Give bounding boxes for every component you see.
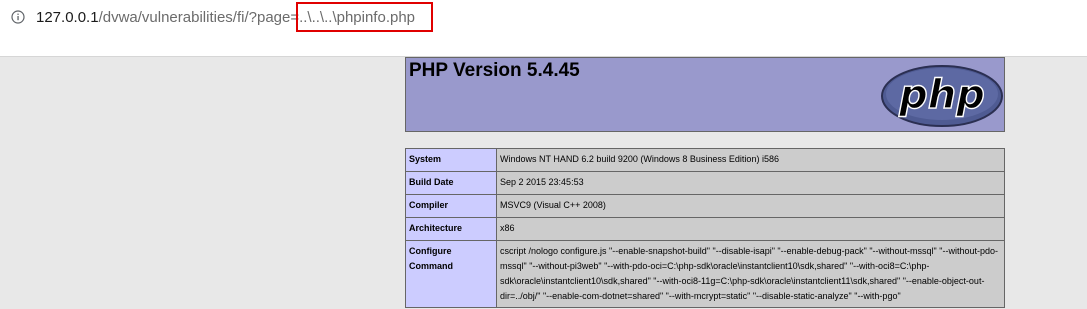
row-value: cscript /nologo configure.js "--enable-s… — [496, 240, 1005, 308]
row-value: x86 — [496, 217, 1005, 241]
toolbar-strip — [0, 36, 1087, 57]
phpinfo-table: System Windows NT HAND 6.2 build 9200 (W… — [405, 148, 1005, 308]
php-logo-icon: php — [881, 65, 1003, 127]
row-label: Configure Command — [405, 240, 497, 308]
row-label: Architecture — [405, 217, 497, 241]
table-row: Build Date Sep 2 2015 23:45:53 — [405, 171, 1005, 195]
phpinfo-header: PHP Version 5.4.45 php — [405, 57, 1005, 132]
url-host: 127.0.0.1 — [36, 9, 99, 26]
row-label: Build Date — [405, 171, 497, 195]
row-label: Compiler — [405, 194, 497, 218]
table-row: System Windows NT HAND 6.2 build 9200 (W… — [405, 148, 1005, 172]
page-title: PHP Version 5.4.45 — [409, 60, 580, 81]
table-row: Compiler MSVC9 (Visual C++ 2008) — [405, 194, 1005, 218]
table-row: Architecture x86 — [405, 217, 1005, 241]
url-highlight-box — [296, 2, 433, 32]
php-logo-text: php — [898, 72, 985, 118]
row-value: MSVC9 (Visual C++ 2008) — [496, 194, 1005, 218]
row-label: System — [405, 148, 497, 172]
info-circle-icon[interactable] — [11, 10, 25, 24]
row-value: Sep 2 2015 23:45:53 — [496, 171, 1005, 195]
row-value: Windows NT HAND 6.2 build 9200 (Windows … — [496, 148, 1005, 172]
table-row: Configure Command cscript /nologo config… — [405, 240, 1005, 308]
address-bar[interactable]: 127.0.0.1/dvwa/vulnerabilities/fi/?page=… — [0, 0, 1087, 36]
